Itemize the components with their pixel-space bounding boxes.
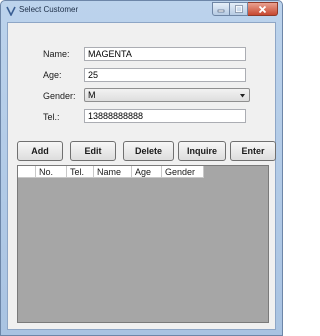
chevron-down-icon bbox=[240, 94, 245, 98]
close-button[interactable] bbox=[248, 2, 278, 16]
column-header-name[interactable]: Name bbox=[94, 166, 132, 178]
inquire-button[interactable]: Inquire bbox=[178, 141, 226, 161]
age-field[interactable]: 25 bbox=[84, 68, 246, 82]
gender-selected-value: M bbox=[88, 90, 96, 100]
close-icon bbox=[258, 5, 267, 14]
tel-label: Tel.: bbox=[43, 112, 60, 122]
grid-header: No. Tel. Name Age Gender bbox=[18, 166, 204, 178]
app-icon bbox=[6, 6, 16, 17]
window-controls bbox=[212, 2, 278, 16]
minimize-button[interactable] bbox=[212, 2, 230, 16]
name-field[interactable]: MAGENTA bbox=[84, 47, 246, 61]
maximize-icon bbox=[234, 5, 243, 13]
delete-button[interactable]: Delete bbox=[123, 141, 174, 161]
column-header-gender[interactable]: Gender bbox=[162, 166, 204, 178]
window-title: Select Customer bbox=[19, 5, 79, 14]
column-header-age[interactable]: Age bbox=[132, 166, 162, 178]
gender-label: Gender: bbox=[43, 91, 76, 101]
add-button[interactable]: Add bbox=[17, 141, 63, 161]
column-header-tel[interactable]: Tel. bbox=[67, 166, 94, 178]
age-label: Age: bbox=[43, 70, 62, 80]
select-customer-window: Select Customer Name: MAGENTA Age: 25 Ge… bbox=[0, 0, 283, 336]
name-label: Name: bbox=[43, 49, 70, 59]
row-header-corner bbox=[18, 166, 36, 178]
title-bar[interactable]: Select Customer bbox=[1, 1, 282, 21]
edit-button[interactable]: Edit bbox=[70, 141, 116, 161]
minimize-icon bbox=[217, 9, 225, 13]
form-panel: Name: MAGENTA Age: 25 Gender: M Tel.: 13… bbox=[7, 22, 276, 330]
maximize-button[interactable] bbox=[230, 2, 248, 16]
gender-select[interactable]: M bbox=[84, 88, 250, 102]
enter-button[interactable]: Enter bbox=[230, 141, 276, 161]
tel-field[interactable]: 13888888888 bbox=[84, 109, 246, 123]
column-header-no[interactable]: No. bbox=[36, 166, 67, 178]
customer-grid[interactable]: No. Tel. Name Age Gender bbox=[17, 165, 269, 323]
